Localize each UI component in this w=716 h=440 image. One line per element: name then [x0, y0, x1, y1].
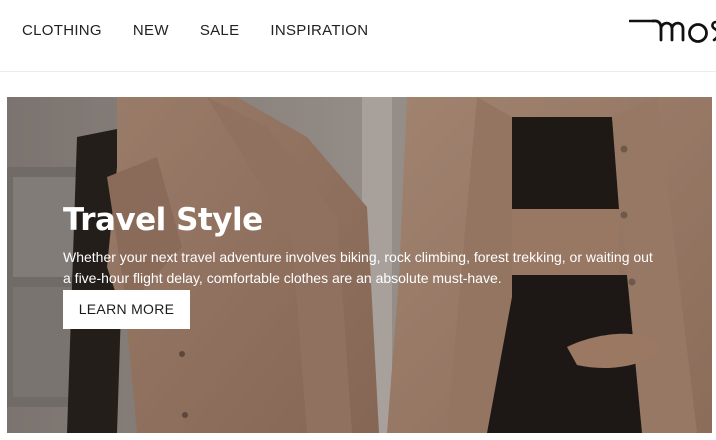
- hero-description: Whether your next travel adventure invol…: [63, 249, 653, 286]
- hero-title: Travel Style: [63, 202, 263, 238]
- nav-item-sale[interactable]: SALE: [200, 21, 240, 41]
- brand-logo[interactable]: [629, 14, 716, 46]
- nav-item-new[interactable]: NEW: [133, 21, 169, 41]
- main-nav: CLOTHING NEW SALE INSPIRATION: [22, 21, 368, 41]
- site-header: CLOTHING NEW SALE INSPIRATION: [0, 0, 716, 72]
- nav-item-inspiration[interactable]: INSPIRATION: [270, 21, 368, 41]
- nav-item-clothing[interactable]: CLOTHING: [22, 21, 102, 41]
- brand-wordmark-logo-icon: [629, 19, 716, 43]
- hero-content: Travel Style Whether your next travel ad…: [63, 201, 663, 329]
- learn-more-button[interactable]: LEARN MORE: [63, 290, 190, 329]
- hero-banner: Travel Style Whether your next travel ad…: [7, 97, 712, 433]
